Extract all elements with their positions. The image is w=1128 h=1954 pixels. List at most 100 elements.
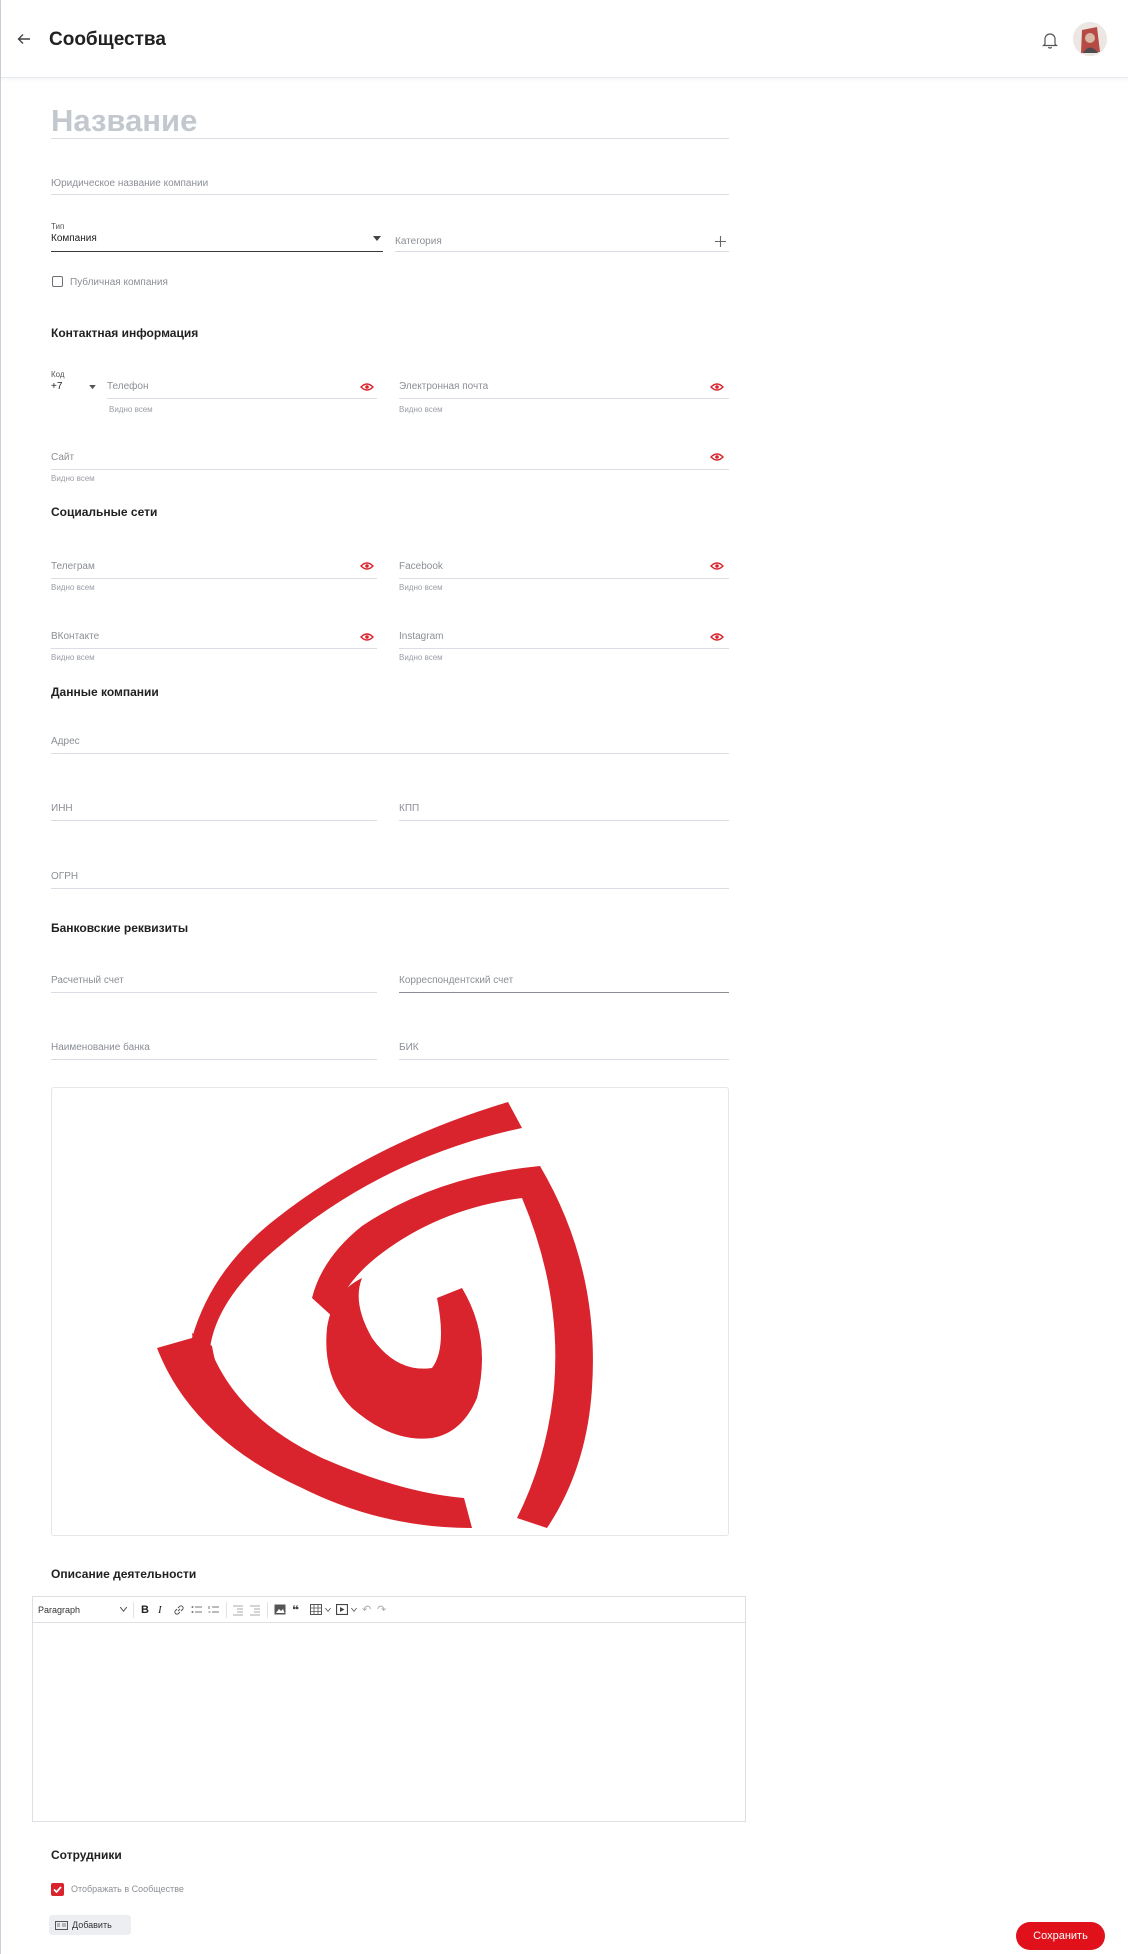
company-name-input[interactable]: Название xyxy=(51,103,197,139)
table-icon[interactable] xyxy=(310,1604,322,1615)
telegram-field[interactable]: Телеграм xyxy=(51,558,377,579)
category-placeholder: Категория xyxy=(395,236,442,247)
add-employee-button[interactable]: Добавить xyxy=(49,1915,131,1935)
save-button[interactable]: Сохранить xyxy=(1016,1922,1105,1950)
eye-icon[interactable] xyxy=(710,382,724,392)
type-value: Компания xyxy=(51,233,97,244)
eye-icon[interactable] xyxy=(360,632,374,642)
bullet-list-icon[interactable] xyxy=(191,1604,203,1616)
code-label: Код xyxy=(51,370,65,379)
top-bar: Сообщества xyxy=(1,0,1128,78)
kpp-placeholder: КПП xyxy=(399,803,420,814)
site-placeholder: Сайт xyxy=(51,452,75,463)
check-icon xyxy=(53,1886,62,1894)
eye-icon[interactable] xyxy=(360,561,374,571)
category-field[interactable]: Категория xyxy=(395,222,729,252)
paragraph-select[interactable]: Paragraph xyxy=(38,1603,80,1617)
eye-icon[interactable] xyxy=(360,382,374,392)
bik-placeholder: БИК xyxy=(399,1042,419,1053)
toolbar-separator xyxy=(133,1602,134,1618)
chevron-down-icon xyxy=(89,385,96,390)
site-visibility-hint: Видно всем xyxy=(51,474,95,483)
bik-field[interactable]: БИК xyxy=(399,1039,729,1060)
public-company-label: Публичная компания xyxy=(70,277,168,288)
account-placeholder: Расчетный счет xyxy=(51,975,124,986)
eye-icon[interactable] xyxy=(710,561,724,571)
ogrn-field[interactable]: ОГРН xyxy=(51,868,729,889)
bell-icon[interactable] xyxy=(1041,30,1059,50)
corr-account-placeholder: Корреспондентский счет xyxy=(399,975,514,986)
vk-placeholder: ВКонтакте xyxy=(51,631,100,642)
ogrn-placeholder: ОГРН xyxy=(51,871,79,882)
media-icon[interactable] xyxy=(336,1604,348,1615)
facebook-placeholder: Facebook xyxy=(399,561,443,572)
toolbar-separator xyxy=(226,1602,227,1618)
facebook-field[interactable]: Facebook xyxy=(399,558,729,579)
quote-icon[interactable]: ❝ xyxy=(292,1603,299,1617)
instagram-field[interactable]: Instagram xyxy=(399,628,729,649)
chevron-down-icon xyxy=(373,236,381,241)
editor-toolbar: Paragraph B I ❝ ↶ ↷ xyxy=(33,1597,745,1623)
italic-icon[interactable]: I xyxy=(158,1603,162,1617)
type-select[interactable]: Тип Компания xyxy=(51,218,383,252)
inn-placeholder: ИНН xyxy=(51,803,73,814)
eye-icon[interactable] xyxy=(710,452,724,462)
telegram-placeholder: Телеграм xyxy=(51,561,95,572)
chevron-down-icon[interactable] xyxy=(325,1608,331,1612)
image-icon[interactable] xyxy=(274,1604,286,1615)
company-logo-image xyxy=(157,1102,593,1528)
legal-name-placeholder: Юридическое название компании xyxy=(51,178,209,189)
back-arrow-icon[interactable] xyxy=(15,30,33,48)
phone-placeholder: Телефон xyxy=(107,381,149,392)
avatar[interactable] xyxy=(1073,22,1107,56)
inn-field[interactable]: ИНН xyxy=(51,800,377,821)
account-field[interactable]: Расчетный счет xyxy=(51,972,377,993)
app-frame: Сообщества Название Юридическое название… xyxy=(0,0,1128,1954)
outdent-icon[interactable] xyxy=(232,1604,244,1616)
description-section-title: Описание деятельности xyxy=(51,1567,197,1581)
instagram-placeholder: Instagram xyxy=(399,631,444,642)
company-section-title: Данные компании xyxy=(51,685,159,699)
show-in-community-checkbox[interactable] xyxy=(51,1883,64,1896)
chevron-down-icon[interactable] xyxy=(351,1608,357,1612)
email-visibility-hint: Видно всем xyxy=(399,405,443,414)
bank-section-title: Банковские реквизиты xyxy=(51,921,189,935)
link-icon[interactable] xyxy=(173,1604,185,1616)
people-icon xyxy=(55,1921,68,1930)
chevron-down-icon[interactable] xyxy=(120,1607,127,1612)
bold-icon[interactable]: B xyxy=(141,1603,149,1617)
undo-icon[interactable]: ↶ xyxy=(362,1603,371,1617)
legal-name-field[interactable]: Юридическое название компании xyxy=(51,168,729,195)
phone-field[interactable]: Телефон xyxy=(107,378,377,399)
description-editor[interactable]: Paragraph B I ❝ ↶ ↷ xyxy=(32,1596,746,1822)
code-value: +7 xyxy=(51,381,63,392)
address-placeholder: Адрес xyxy=(51,736,80,747)
vk-visibility-hint: Видно всем xyxy=(51,653,95,662)
add-employee-label: Добавить xyxy=(72,1920,112,1930)
employees-section-title: Сотрудники xyxy=(51,1848,122,1862)
bank-name-placeholder: Наименование банка xyxy=(51,1042,150,1053)
kpp-field[interactable]: КПП xyxy=(399,800,729,821)
page-title: Сообщества xyxy=(49,29,166,50)
public-company-checkbox[interactable] xyxy=(52,276,63,287)
address-field[interactable]: Адрес xyxy=(51,733,729,754)
phone-code-select[interactable]: Код +7 xyxy=(51,366,111,398)
telegram-visibility-hint: Видно всем xyxy=(51,583,95,592)
bank-name-field[interactable]: Наименование банка xyxy=(51,1039,377,1060)
show-in-community-label: Отображать в Сообществе xyxy=(71,1884,184,1894)
email-placeholder: Электронная почта xyxy=(399,381,489,392)
company-logo-upload[interactable] xyxy=(51,1087,729,1536)
redo-icon[interactable]: ↷ xyxy=(377,1603,386,1617)
toolbar-separator xyxy=(267,1602,268,1618)
plus-icon[interactable] xyxy=(715,236,726,247)
type-label: Тип xyxy=(51,222,65,231)
instagram-visibility-hint: Видно всем xyxy=(399,653,443,662)
indent-icon[interactable] xyxy=(249,1604,261,1616)
corr-account-field[interactable]: Корреспондентский счет xyxy=(399,972,729,993)
vk-field[interactable]: ВКонтакте xyxy=(51,628,377,649)
facebook-visibility-hint: Видно всем xyxy=(399,583,443,592)
numbered-list-icon[interactable] xyxy=(208,1604,220,1616)
eye-icon[interactable] xyxy=(710,632,724,642)
site-field[interactable]: Сайт xyxy=(51,449,729,470)
email-field[interactable]: Электронная почта xyxy=(399,378,729,399)
